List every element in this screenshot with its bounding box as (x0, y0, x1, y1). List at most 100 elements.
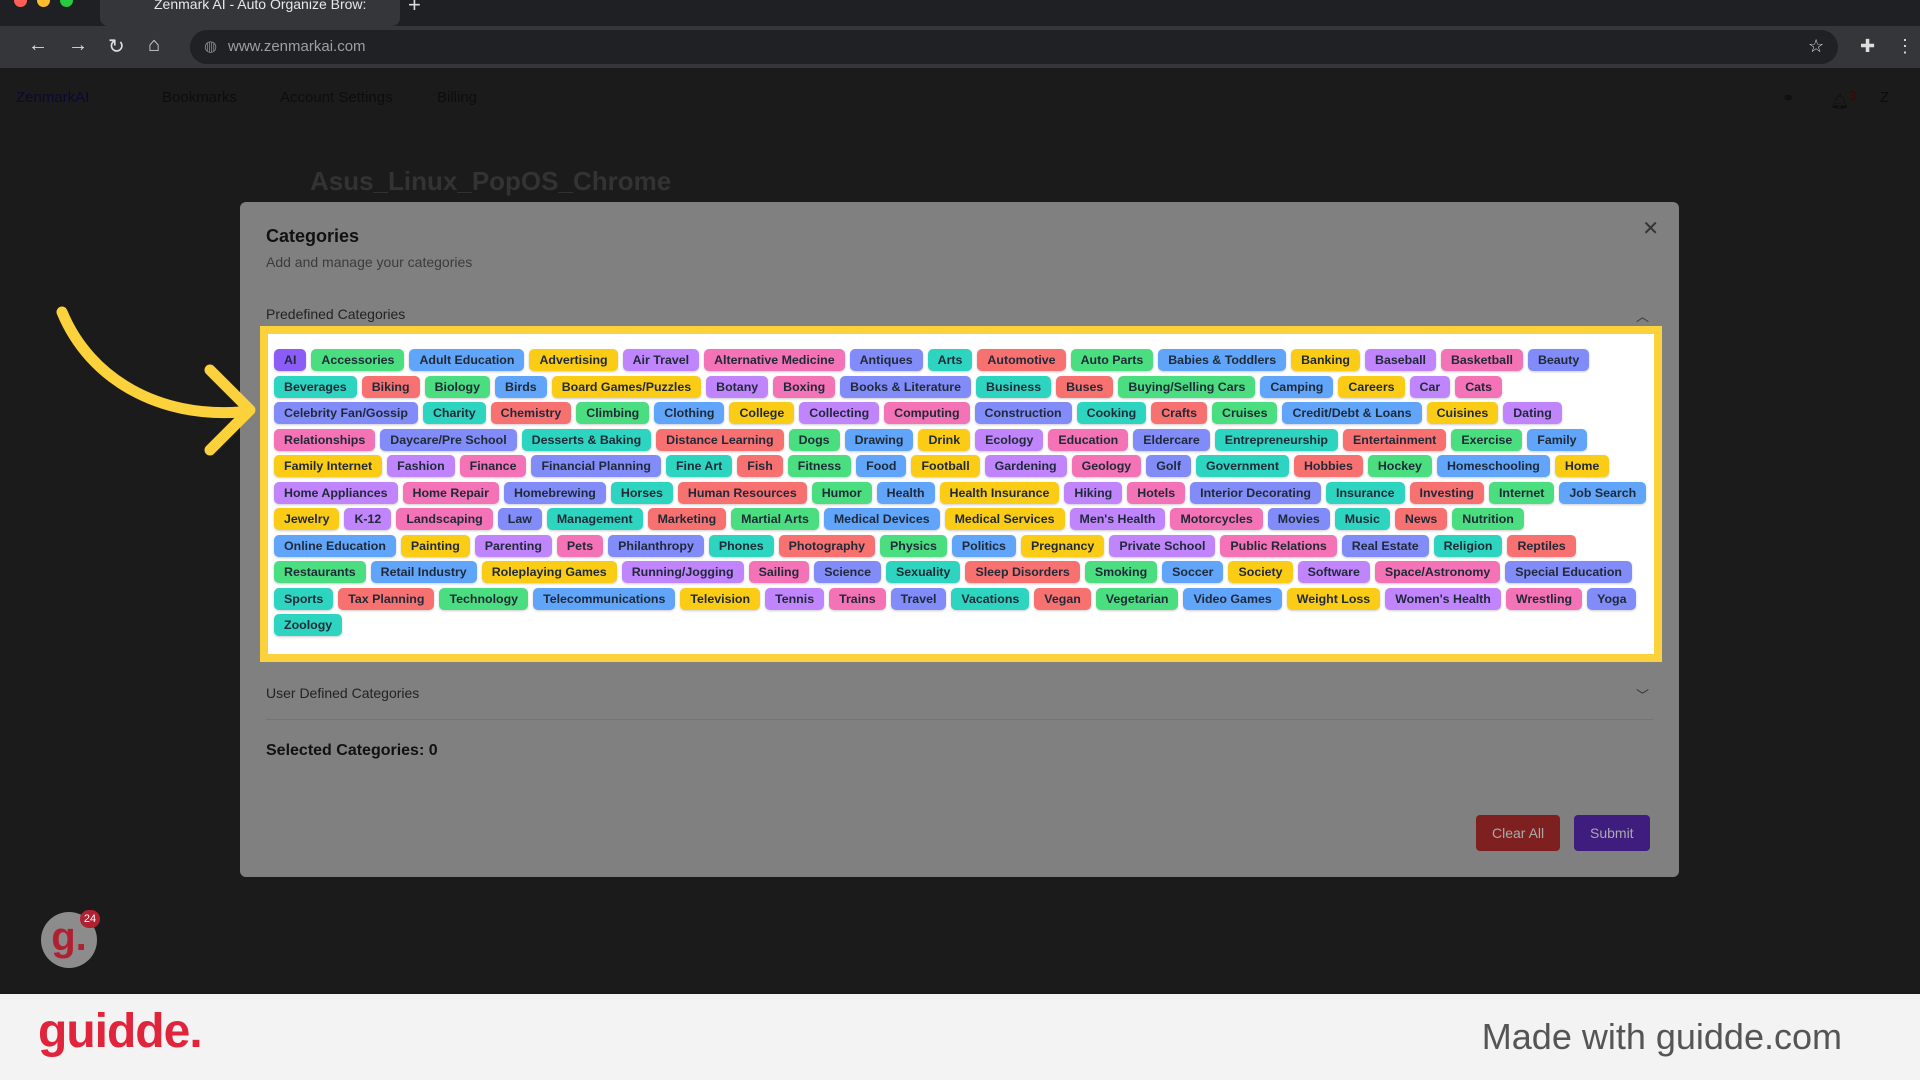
reload-icon[interactable]: ↻ (108, 34, 125, 59)
tag-ai[interactable]: AI (274, 349, 307, 371)
tag-cats[interactable]: Cats (1455, 375, 1503, 398)
tag-ecology[interactable]: Ecology (975, 428, 1044, 451)
tag-sports[interactable]: Sports (274, 587, 334, 610)
tag-entrepreneurship[interactable]: Entrepreneurship (1214, 428, 1338, 451)
tag-botany[interactable]: Botany (706, 375, 769, 398)
tag-homeschooling[interactable]: Homeschooling (1436, 455, 1550, 477)
tag-desserts-baking[interactable]: Desserts & Baking (521, 428, 652, 451)
tag-biology[interactable]: Biology (424, 375, 490, 398)
tag-martial-arts[interactable]: Martial Arts (731, 508, 819, 530)
tag-physics[interactable]: Physics (880, 534, 947, 557)
tag-trains[interactable]: Trains (829, 587, 886, 610)
tag-technology[interactable]: Technology (439, 587, 529, 610)
tag-vegan[interactable]: Vegan (1034, 587, 1091, 610)
tag-zoology[interactable]: Zoology (274, 614, 343, 636)
tag-investing[interactable]: Investing (1409, 481, 1484, 504)
app-logo[interactable]: ZenmarkAI (16, 89, 89, 106)
tag-marketing[interactable]: Marketing (647, 508, 727, 530)
tag-beauty[interactable]: Beauty (1527, 349, 1590, 371)
tag-hobbies[interactable]: Hobbies (1293, 455, 1363, 477)
tag-pets[interactable]: Pets (556, 534, 604, 557)
extensions-icon[interactable]: ✚ (1860, 36, 1875, 57)
tag-computing[interactable]: Computing (884, 402, 970, 424)
tag-fine-art[interactable]: Fine Art (665, 455, 733, 477)
tag-soccer[interactable]: Soccer (1162, 561, 1224, 583)
tag-home-appliances[interactable]: Home Appliances (274, 481, 398, 504)
tag-motorcycles[interactable]: Motorcycles (1170, 508, 1263, 530)
tag-football[interactable]: Football (911, 455, 980, 477)
tag-roleplaying-games[interactable]: Roleplaying Games (481, 561, 617, 583)
tag-telecommunications[interactable]: Telecommunications (533, 587, 676, 610)
tag-college[interactable]: College (729, 402, 795, 424)
tag-business[interactable]: Business (976, 375, 1052, 398)
tag-parenting[interactable]: Parenting (474, 534, 552, 557)
tag-philanthropy[interactable]: Philanthropy (608, 534, 704, 557)
tag-crafts[interactable]: Crafts (1151, 402, 1207, 424)
tag-medical-services[interactable]: Medical Services (944, 508, 1065, 530)
tag-hockey[interactable]: Hockey (1367, 455, 1432, 477)
tag-fish[interactable]: Fish (737, 455, 783, 477)
tag-drink[interactable]: Drink (918, 428, 971, 451)
tag-adult-education[interactable]: Adult Education (409, 349, 525, 371)
back-icon[interactable]: ← (28, 34, 48, 57)
tag-television[interactable]: Television (680, 587, 761, 610)
tag-relationships[interactable]: Relationships (274, 428, 376, 451)
nav-billing[interactable]: Billing (437, 89, 477, 106)
tag-family[interactable]: Family (1527, 428, 1587, 451)
tag-pregnancy[interactable]: Pregnancy (1020, 534, 1105, 557)
tag-nutrition[interactable]: Nutrition (1452, 508, 1524, 530)
tag-society[interactable]: Society (1228, 561, 1293, 583)
nav-account-settings[interactable]: Account Settings (280, 89, 393, 106)
tag-dogs[interactable]: Dogs (788, 428, 840, 451)
tag-insurance[interactable]: Insurance (1326, 481, 1405, 504)
maximize-window-button[interactable] (60, 0, 73, 7)
tag-movies[interactable]: Movies (1267, 508, 1330, 530)
tag-golf[interactable]: Golf (1146, 455, 1191, 477)
tag-chemistry[interactable]: Chemistry (490, 402, 572, 424)
tag-internet[interactable]: Internet (1488, 481, 1555, 504)
tag-science[interactable]: Science (814, 561, 882, 583)
tag-basketball[interactable]: Basketball (1440, 349, 1523, 371)
tag-weight-loss[interactable]: Weight Loss (1286, 587, 1381, 610)
tag-job-search[interactable]: Job Search (1559, 481, 1647, 504)
tag-photography[interactable]: Photography (778, 534, 876, 557)
tag-babies-toddlers[interactable]: Babies & Toddlers (1158, 349, 1287, 371)
tag-sleep-disorders[interactable]: Sleep Disorders (965, 561, 1080, 583)
tag-real-estate[interactable]: Real Estate (1341, 534, 1429, 557)
tag-home[interactable]: Home (1554, 455, 1610, 477)
browser-tab[interactable]: Zenmark AI - Auto Organize Brow: (100, 0, 400, 26)
tag-homebrewing[interactable]: Homebrewing (503, 481, 606, 504)
tag-books-literature[interactable]: Books & Literature (840, 375, 972, 398)
tag-government[interactable]: Government (1195, 455, 1289, 477)
tag-careers[interactable]: Careers (1338, 375, 1405, 398)
submit-button[interactable]: Submit (1574, 815, 1650, 851)
tag-cuisines[interactable]: Cuisines (1426, 402, 1499, 424)
tag-hiking[interactable]: Hiking (1064, 481, 1123, 504)
tag-yoga[interactable]: Yoga (1587, 587, 1637, 610)
tag-human-resources[interactable]: Human Resources (677, 481, 807, 504)
tag-banking[interactable]: Banking (1291, 349, 1360, 371)
tag-car[interactable]: Car (1409, 375, 1451, 398)
tag-buying-selling-cars[interactable]: Buying/Selling Cars (1118, 375, 1256, 398)
tag-auto-parts[interactable]: Auto Parts (1070, 349, 1154, 371)
tag-board-games-puzzles[interactable]: Board Games/Puzzles (551, 375, 702, 398)
tag-camping[interactable]: Camping (1260, 375, 1334, 398)
tag-food[interactable]: Food (856, 455, 907, 477)
url-input[interactable]: ◍ www.zenmarkai.com (190, 30, 1838, 64)
tag-celebrity-fan-gossip[interactable]: Celebrity Fan/Gossip (274, 402, 418, 424)
chevron-down-icon[interactable]: ﹀ (1636, 685, 1649, 704)
tag-beverages[interactable]: Beverages (274, 375, 357, 398)
tag-public-relations[interactable]: Public Relations (1220, 534, 1337, 557)
new-tab-button[interactable]: + (408, 0, 421, 18)
tag-horses[interactable]: Horses (610, 481, 673, 504)
tag-birds[interactable]: Birds (495, 375, 547, 398)
tag-online-education[interactable]: Online Education (274, 534, 396, 557)
clear-all-button[interactable]: Clear All (1476, 815, 1561, 851)
tag-daycare-pre-school[interactable]: Daycare/Pre School (380, 428, 517, 451)
forward-icon[interactable]: → (68, 34, 88, 57)
user-avatar[interactable]: Z (1880, 89, 1889, 106)
tag-humor[interactable]: Humor (811, 481, 872, 504)
nav-bookmarks[interactable]: Bookmarks (162, 89, 237, 106)
tag-k-12[interactable]: K-12 (344, 508, 392, 530)
tag-exercise[interactable]: Exercise (1451, 428, 1523, 451)
